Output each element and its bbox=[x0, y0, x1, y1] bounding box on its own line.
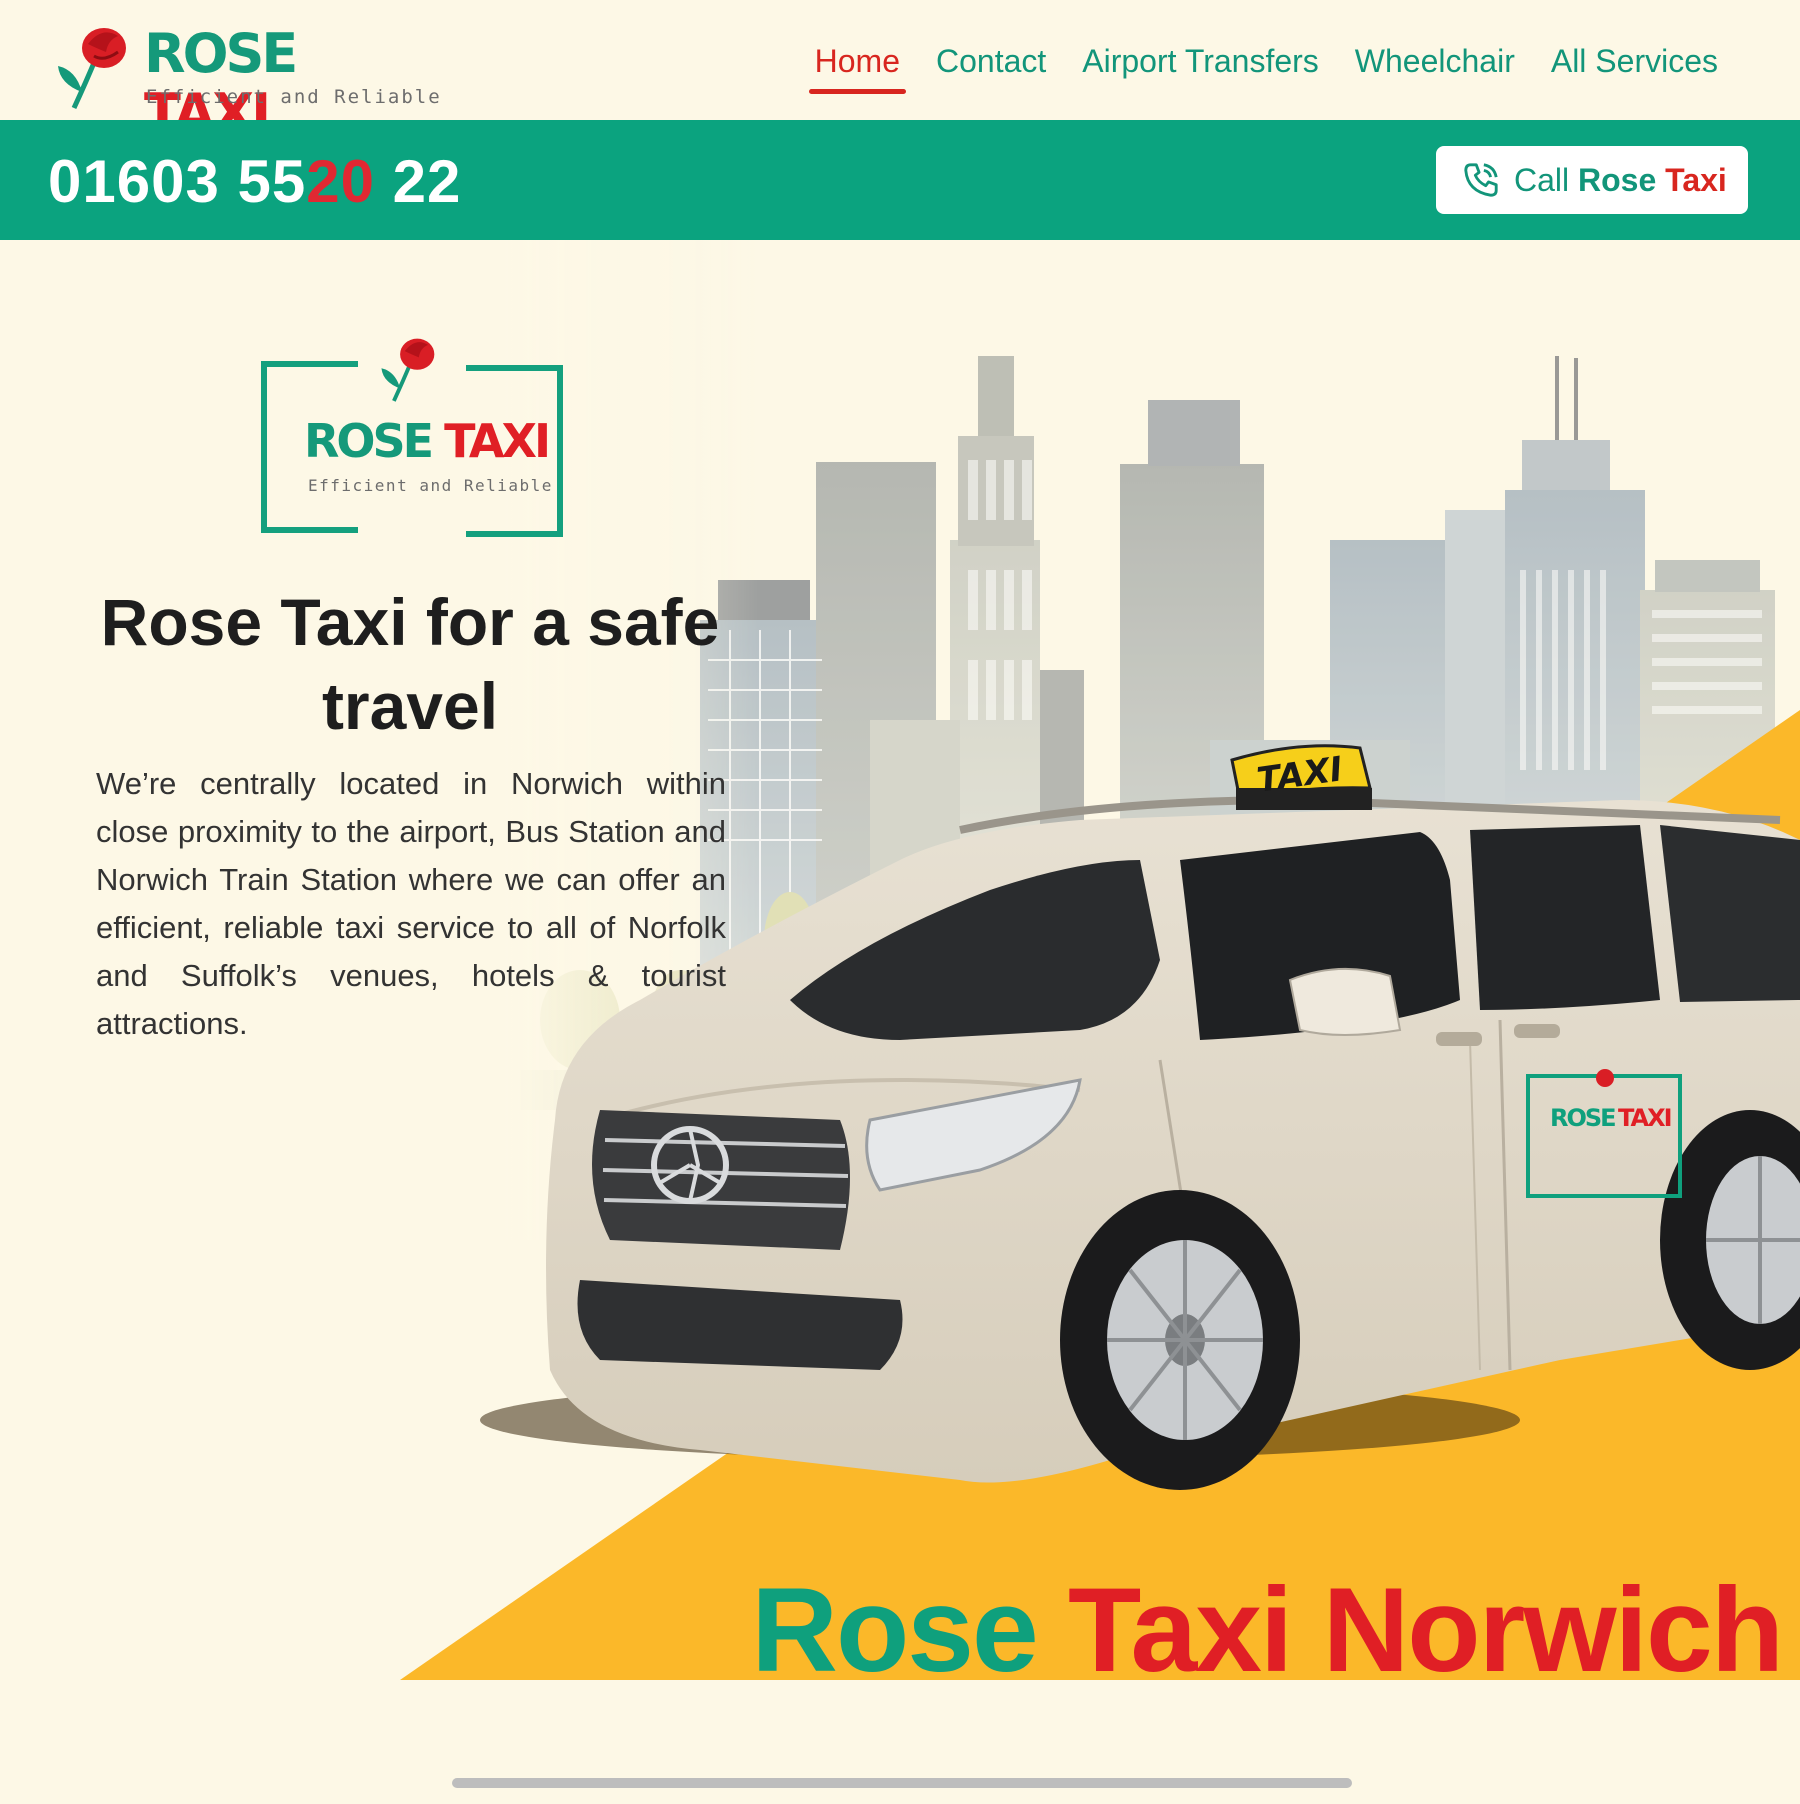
logo-tagline: Efficient and Reliable bbox=[146, 86, 442, 108]
hero-section: TAXI ROSE TAXI ROSE TAXI Efficient and R… bbox=[0, 240, 1800, 1697]
hero-heading: Rose Taxi for a safe travel bbox=[100, 585, 720, 743]
rose-icon bbox=[381, 338, 435, 402]
nav-airport-transfers[interactable]: Airport Transfers bbox=[1064, 38, 1337, 84]
call-button-label: Call Rose Taxi bbox=[1514, 161, 1727, 198]
van-logo-word1: ROSE bbox=[1550, 1104, 1615, 1132]
nav-home[interactable]: Home bbox=[797, 38, 918, 94]
phone-icon bbox=[1464, 163, 1498, 197]
van-logo-word2: TAXI bbox=[1618, 1104, 1671, 1132]
site-header: ROSE TAXI Efficient and Reliable Home Co… bbox=[0, 0, 1800, 144]
site-logo[interactable]: ROSE TAXI Efficient and Reliable bbox=[56, 22, 440, 144]
main-nav: Home Contact Airport Transfers Wheelchai… bbox=[797, 38, 1736, 94]
phone-bar: 01603 5520 22 Call Rose Taxi bbox=[0, 120, 1800, 240]
nav-wheelchair[interactable]: Wheelchair bbox=[1337, 38, 1533, 84]
phone-number[interactable]: 01603 5520 22 bbox=[48, 150, 461, 214]
horizontal-scrollbar[interactable] bbox=[452, 1778, 1352, 1788]
rose-icon bbox=[58, 28, 126, 110]
brand-box-title: ROSE TAXI bbox=[304, 414, 551, 468]
brand-box-tagline: Efficient and Reliable bbox=[308, 476, 553, 495]
rose-taxi-norwich-title: Rose Taxi Norwich bbox=[751, 1563, 1784, 1697]
brand-box-logo: ROSE TAXI Efficient and Reliable bbox=[260, 338, 564, 540]
nav-contact[interactable]: Contact bbox=[918, 38, 1064, 84]
nav-all-services[interactable]: All Services bbox=[1533, 38, 1736, 84]
call-rose-taxi-button[interactable]: Call Rose Taxi bbox=[1436, 146, 1748, 214]
hero-description: We’re centrally located in Norwich withi… bbox=[96, 766, 726, 1041]
